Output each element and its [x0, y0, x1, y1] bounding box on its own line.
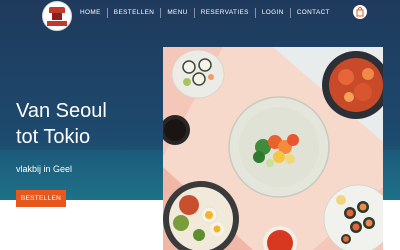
hero-subtitle: vlakbij in Geel: [16, 164, 73, 174]
nav-reservaties[interactable]: RESERVATIES: [193, 8, 255, 18]
nav-login[interactable]: LOGIN: [254, 8, 290, 18]
nav-bestellen[interactable]: BESTELLEN: [106, 8, 161, 18]
nav-home[interactable]: HOME: [78, 8, 107, 18]
order-button[interactable]: BESTELLEN: [16, 190, 66, 207]
restaurant-logo[interactable]: [42, 1, 72, 31]
site-header: HOME BESTELLEN MENU RESERVATIES LOGIN CO…: [0, 0, 400, 31]
food-photo: [163, 47, 383, 250]
hero-title-line1: Van Seoul: [16, 100, 107, 122]
hero-title-line2: tot Tokio: [16, 126, 91, 148]
shopping-bag-icon[interactable]: [353, 5, 367, 19]
nav-contact[interactable]: CONTACT: [289, 8, 336, 18]
main-nav: HOME BESTELLEN MENU RESERVATIES LOGIN CO…: [78, 8, 336, 18]
hero-title: Van Seoul tot Tokio: [16, 98, 166, 150]
nav-menu[interactable]: MENU: [160, 8, 193, 18]
